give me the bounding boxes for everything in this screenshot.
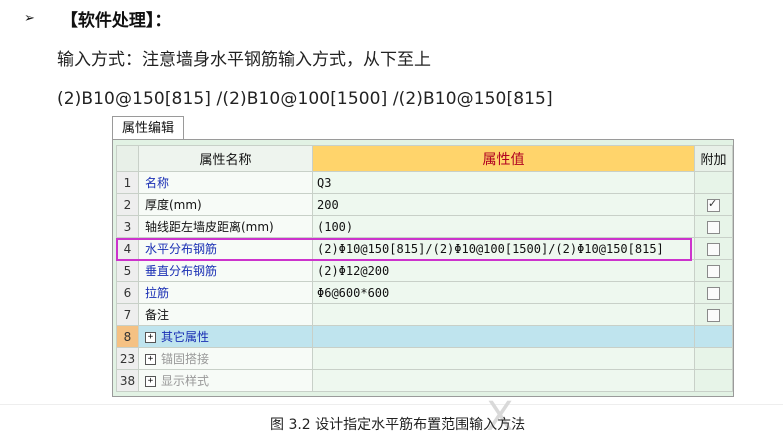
table-row[interactable]: 6 拉筋 Φ6@600*600 xyxy=(116,281,733,304)
rebar-format-text: (2)B10@150[815] /(2)B10@100[1500] /(2)B1… xyxy=(57,89,553,109)
table-row[interactable]: 7 备注 xyxy=(116,303,733,326)
expand-plus-icon[interactable]: + xyxy=(145,376,156,387)
property-value-cell[interactable]: (2)Φ12@200 xyxy=(312,259,695,282)
table-row[interactable]: 2 厚度(mm) 200 xyxy=(116,193,733,216)
property-value-cell[interactable]: (2)Φ10@150[815]/(2)Φ10@100[1500]/(2)Φ10@… xyxy=(312,237,695,260)
property-value-cell xyxy=(312,325,695,348)
add-checkbox[interactable] xyxy=(707,220,720,234)
row-number: 7 xyxy=(116,303,139,326)
property-grid-panel: 属性名称 属性值 附加 1 名称 Q3 2 厚度(mm) 200 3 轴线距左墙… xyxy=(112,139,734,397)
property-name-cell[interactable]: 拉筋 xyxy=(138,281,313,304)
add-cell xyxy=(694,171,733,194)
add-checkbox[interactable] xyxy=(707,286,720,300)
table-row[interactable]: 38 + 显示样式 xyxy=(116,369,733,392)
row-number: 5 xyxy=(116,259,139,282)
property-value-cell xyxy=(312,347,695,370)
header-index-cell xyxy=(116,145,139,172)
property-value-cell[interactable] xyxy=(312,303,695,326)
row-number: 8 xyxy=(116,325,139,348)
property-name-cell[interactable]: 厚度(mm) xyxy=(138,193,313,216)
property-name-cell[interactable]: 水平分布钢筋 xyxy=(138,237,313,260)
heading-text: 【软件处理】： xyxy=(60,11,172,31)
header-property-name[interactable]: 属性名称 xyxy=(138,145,313,172)
row-number: 1 xyxy=(116,171,139,194)
property-group-cell[interactable]: + 显示样式 xyxy=(138,369,313,392)
bullet-arrow-icon: ➢ xyxy=(24,11,35,26)
property-value-cell[interactable]: 200 xyxy=(312,193,695,216)
add-cell xyxy=(694,347,733,370)
row-number: 2 xyxy=(116,193,139,216)
add-cell xyxy=(694,215,733,238)
section-heading: ➢ 【软件处理】： xyxy=(24,6,171,31)
expand-plus-icon[interactable]: + xyxy=(145,354,156,365)
property-name-cell[interactable]: 轴线距左墙皮距离(mm) xyxy=(138,215,313,238)
property-name-cell[interactable]: 备注 xyxy=(138,303,313,326)
add-checkbox[interactable] xyxy=(707,197,720,212)
group-label: 锚固搭接 xyxy=(161,352,210,366)
add-checkbox[interactable] xyxy=(707,242,720,256)
property-value-cell[interactable]: Q3 xyxy=(312,171,695,194)
property-table: 属性名称 属性值 附加 1 名称 Q3 2 厚度(mm) 200 3 轴线距左墙… xyxy=(116,145,733,392)
row-number: 4 xyxy=(116,237,139,260)
row-number: 23 xyxy=(116,347,139,370)
table-header-row: 属性名称 属性值 附加 xyxy=(116,145,733,172)
tab-property-editor[interactable]: 属性编辑 xyxy=(112,116,184,140)
property-value-cell[interactable]: (100) xyxy=(312,215,695,238)
property-value-cell[interactable]: Φ6@600*600 xyxy=(312,281,695,304)
add-checkbox[interactable] xyxy=(707,264,720,278)
table-row[interactable]: 23 + 锚固搭接 xyxy=(116,347,733,370)
row-number: 38 xyxy=(116,369,139,392)
table-row[interactable]: 3 轴线距左墙皮距离(mm) (100) xyxy=(116,215,733,238)
property-name-cell[interactable]: 名称 xyxy=(138,171,313,194)
add-cell xyxy=(694,193,733,216)
add-cell xyxy=(694,259,733,282)
figure-caption: 图 3.2 设计指定水平筋布置范围输入方法 xyxy=(270,417,526,433)
instruction-text: 输入方式：注意墙身水平钢筋输入方式，从下至上 xyxy=(57,50,431,70)
table-row-selected[interactable]: 8 + 其它属性 xyxy=(116,325,733,348)
table-row[interactable]: 1 名称 Q3 xyxy=(116,171,733,194)
row-number: 6 xyxy=(116,281,139,304)
group-label: 显示样式 xyxy=(161,374,210,388)
property-group-cell[interactable]: + 锚固搭接 xyxy=(138,347,313,370)
add-cell xyxy=(694,325,733,348)
property-name-cell[interactable]: 垂直分布钢筋 xyxy=(138,259,313,282)
page-divider xyxy=(0,404,783,405)
header-add[interactable]: 附加 xyxy=(694,145,733,172)
group-label: 其它属性 xyxy=(161,330,210,344)
table-row[interactable]: 4 水平分布钢筋 (2)Φ10@150[815]/(2)Φ10@100[1500… xyxy=(116,237,733,260)
header-property-value[interactable]: 属性值 xyxy=(312,145,695,172)
row-number: 3 xyxy=(116,215,139,238)
add-checkbox[interactable] xyxy=(707,308,720,322)
add-cell xyxy=(694,369,733,392)
table-row[interactable]: 5 垂直分布钢筋 (2)Φ12@200 xyxy=(116,259,733,282)
add-cell xyxy=(694,237,733,260)
expand-plus-icon[interactable]: + xyxy=(145,332,156,343)
add-cell xyxy=(694,281,733,304)
property-value-cell xyxy=(312,369,695,392)
property-group-cell[interactable]: + 其它属性 xyxy=(138,325,313,348)
add-cell xyxy=(694,303,733,326)
